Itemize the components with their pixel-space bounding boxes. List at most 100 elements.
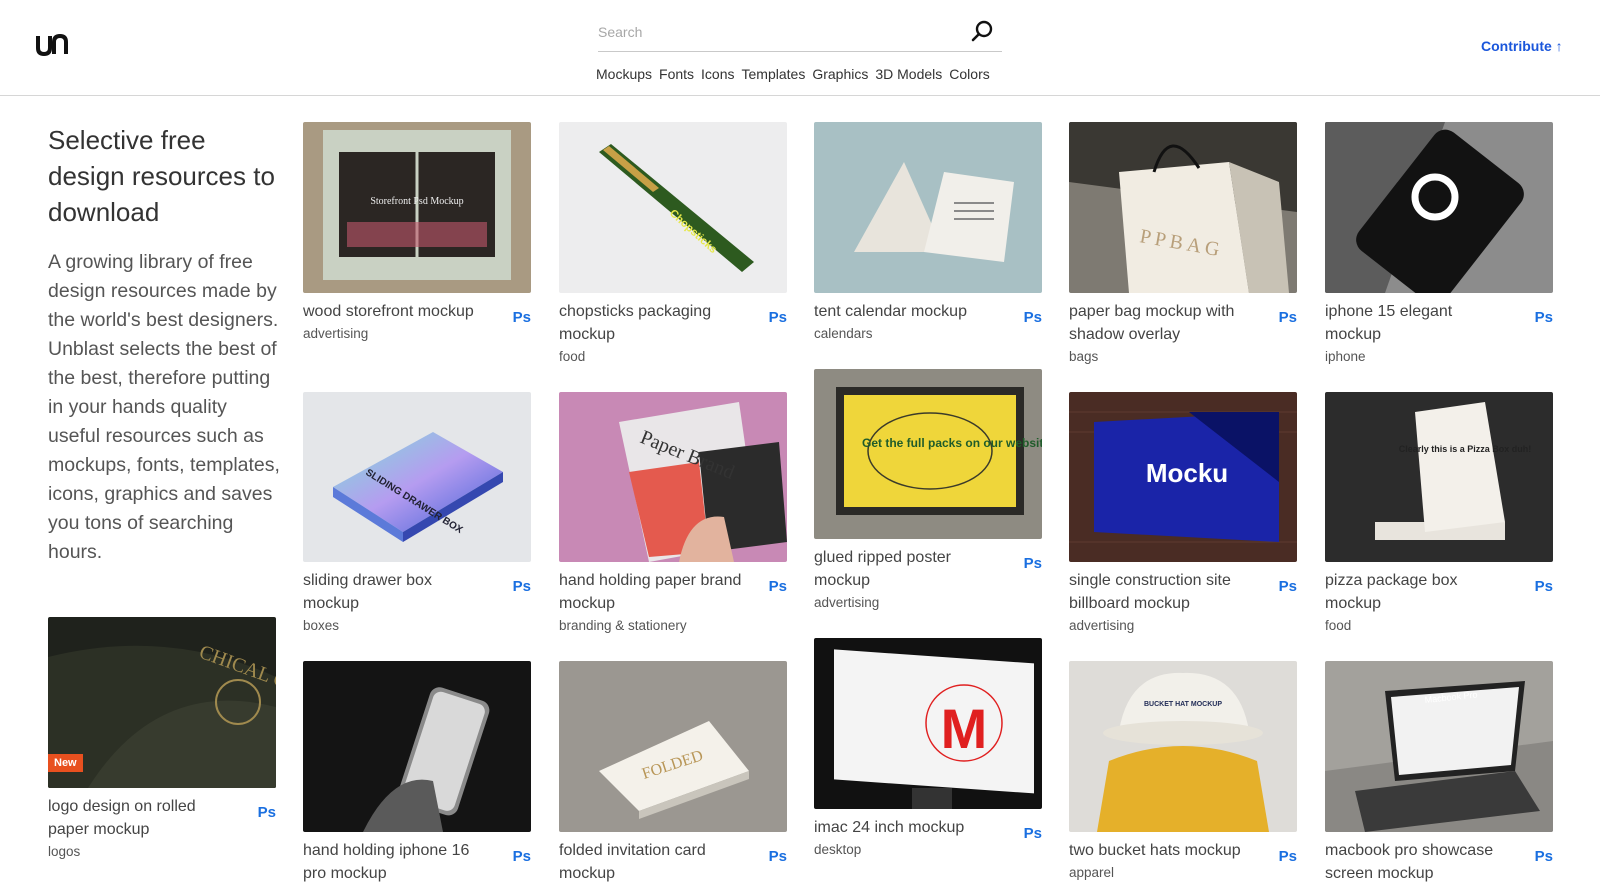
card-thumbnail[interactable]: Macbook Pro [1325,661,1553,832]
card-title[interactable]: chopsticks packaging mockup [559,300,744,346]
resource-card[interactable]: Storefront Psd Mockup Ps wood storefront… [303,122,531,341]
resource-card[interactable]: Mocku Ps single construction site billbo… [1069,392,1297,633]
card-category[interactable]: food [1325,618,1553,633]
resource-card[interactable]: PPBAG Ps paper bag mockup with shadow ov… [1069,122,1297,364]
thumb-text: Get the full packs on our website! [862,436,1042,450]
nav-colors[interactable]: Colors [949,66,989,86]
photoshop-icon[interactable]: Ps [769,578,787,595]
category-nav: Mockups Fonts Icons Templates Graphics 3… [596,66,990,86]
card-title[interactable]: glued ripped poster mockup [814,546,999,592]
resource-card[interactable]: Chopsticks Ps chopsticks packaging mocku… [559,122,787,364]
card-title[interactable]: folded invitation card mockup [559,839,744,885]
resource-card[interactable]: Clearly this is a Pizza Box duh! Ps pizz… [1325,392,1553,633]
new-badge: New [48,754,83,772]
card-thumbnail[interactable]: Storefront Psd Mockup [303,122,531,293]
thumb-text: Mocku [1146,458,1228,488]
card-title[interactable]: single construction site billboard mocku… [1069,569,1254,615]
photoshop-icon[interactable]: Ps [1024,555,1042,572]
resource-card[interactable]: Paper Brand Ps hand holding paper brand … [559,392,787,633]
photoshop-icon[interactable]: Ps [258,804,276,821]
photoshop-icon[interactable]: Ps [769,309,787,326]
card-category[interactable]: advertising [814,595,1042,610]
card-thumbnail[interactable] [814,122,1042,293]
card-category[interactable]: logos [48,844,276,859]
thumb-text: BUCKET HAT MOCKUP [1144,701,1222,708]
card-category[interactable]: branding & stationery [559,618,787,633]
site-header: Mockups Fonts Icons Templates Graphics 3… [0,0,1600,96]
card-title[interactable]: imac 24 inch mockup [814,816,999,839]
resource-card[interactable]: BUCKET HAT MOCKUP Ps two bucket hats moc… [1069,661,1297,880]
intro-headline: Selective free design resources to downl… [48,125,275,227]
nav-3d-models[interactable]: 3D Models [875,66,942,86]
search-input[interactable] [598,18,958,46]
resource-card[interactable]: SLIDING DRAWER BOX Ps sliding drawer box… [303,392,531,633]
card-title[interactable]: macbook pro showcase screen mockup [1325,839,1510,885]
photoshop-icon[interactable]: Ps [1279,848,1297,865]
card-category[interactable]: calendars [814,326,1042,341]
resource-card[interactable]: Macbook Pro Ps macbook pro showcase scre… [1325,661,1553,888]
card-thumbnail[interactable]: CHICAL COSME New [48,617,276,788]
card-category[interactable]: advertising [303,326,531,341]
card-category[interactable]: food [559,349,787,364]
photoshop-icon[interactable]: Ps [1024,825,1042,842]
photoshop-icon[interactable]: Ps [513,848,531,865]
card-title[interactable]: wood storefront mockup [303,300,488,323]
card-thumbnail[interactable]: Mocku [1069,392,1297,562]
card-thumbnail[interactable] [1325,122,1553,293]
nav-graphics[interactable]: Graphics [812,66,868,86]
unblast-logo[interactable] [36,30,68,58]
card-title[interactable]: tent calendar mockup [814,300,999,323]
search-icon[interactable] [968,18,996,46]
search-bar [598,14,1002,52]
card-thumbnail[interactable]: Get the full packs on our website! [814,369,1042,539]
card-title[interactable]: hand holding iphone 16 pro mockup [303,839,488,885]
resource-card[interactable]: FOLDED Ps folded invitation card mockup [559,661,787,888]
photoshop-icon[interactable]: Ps [1024,309,1042,326]
photoshop-icon[interactable]: Ps [1279,309,1297,326]
resource-card[interactable]: Ps tent calendar mockup calendars [814,122,1042,341]
thumb-text: Clearly this is a Pizza Box duh! [1399,444,1532,454]
resource-card[interactable]: M Ps imac 24 inch mockup desktop [814,638,1042,857]
intro-section: Selective free design resources to downl… [48,122,280,567]
card-thumbnail[interactable]: Clearly this is a Pizza Box duh! [1325,392,1553,562]
card-category[interactable]: bags [1069,349,1297,364]
nav-templates[interactable]: Templates [742,66,806,86]
intro-body: A growing library of free design resourc… [48,251,280,563]
card-title[interactable]: sliding drawer box mockup [303,569,488,615]
card-title[interactable]: paper bag mockup with shadow overlay [1069,300,1254,346]
card-category[interactable]: advertising [1069,618,1297,633]
resource-card[interactable]: CHICAL COSME New Ps logo design on rolle… [48,617,276,859]
resource-card[interactable]: Ps hand holding iphone 16 pro mockup [303,661,531,888]
photoshop-icon[interactable]: Ps [513,309,531,326]
photoshop-icon[interactable]: Ps [769,848,787,865]
photoshop-icon[interactable]: Ps [1535,578,1553,595]
card-thumbnail[interactable] [303,661,531,832]
card-title[interactable]: two bucket hats mockup [1069,839,1254,862]
card-thumbnail[interactable]: M [814,638,1042,809]
card-title[interactable]: hand holding paper brand mockup [559,569,744,615]
card-category[interactable]: boxes [303,618,531,633]
photoshop-icon[interactable]: Ps [1535,309,1553,326]
photoshop-icon[interactable]: Ps [1535,848,1553,865]
photoshop-icon[interactable]: Ps [513,578,531,595]
card-title[interactable]: iphone 15 elegant mockup [1325,300,1510,346]
nav-fonts[interactable]: Fonts [659,66,694,86]
card-thumbnail[interactable]: SLIDING DRAWER BOX [303,392,531,562]
card-category[interactable]: apparel [1069,865,1297,880]
card-thumbnail[interactable]: FOLDED [559,661,787,832]
card-category[interactable]: desktop [814,842,1042,857]
card-thumbnail[interactable]: BUCKET HAT MOCKUP [1069,661,1297,832]
thumb-text: M [941,697,988,760]
nav-mockups[interactable]: Mockups [596,66,652,86]
card-thumbnail[interactable]: Chopsticks [559,122,787,293]
nav-icons[interactable]: Icons [701,66,734,86]
card-category[interactable]: iphone [1325,349,1553,364]
resource-card[interactable]: Get the full packs on our website! Ps gl… [814,369,1042,610]
card-thumbnail[interactable]: PPBAG [1069,122,1297,293]
contribute-link[interactable]: Contribute ↑ [1481,38,1563,54]
card-thumbnail[interactable]: Paper Brand [559,392,787,562]
card-title[interactable]: logo design on rolled paper mockup [48,795,233,841]
photoshop-icon[interactable]: Ps [1279,578,1297,595]
card-title[interactable]: pizza package box mockup [1325,569,1510,615]
resource-card[interactable]: Ps iphone 15 elegant mockup iphone [1325,122,1553,364]
